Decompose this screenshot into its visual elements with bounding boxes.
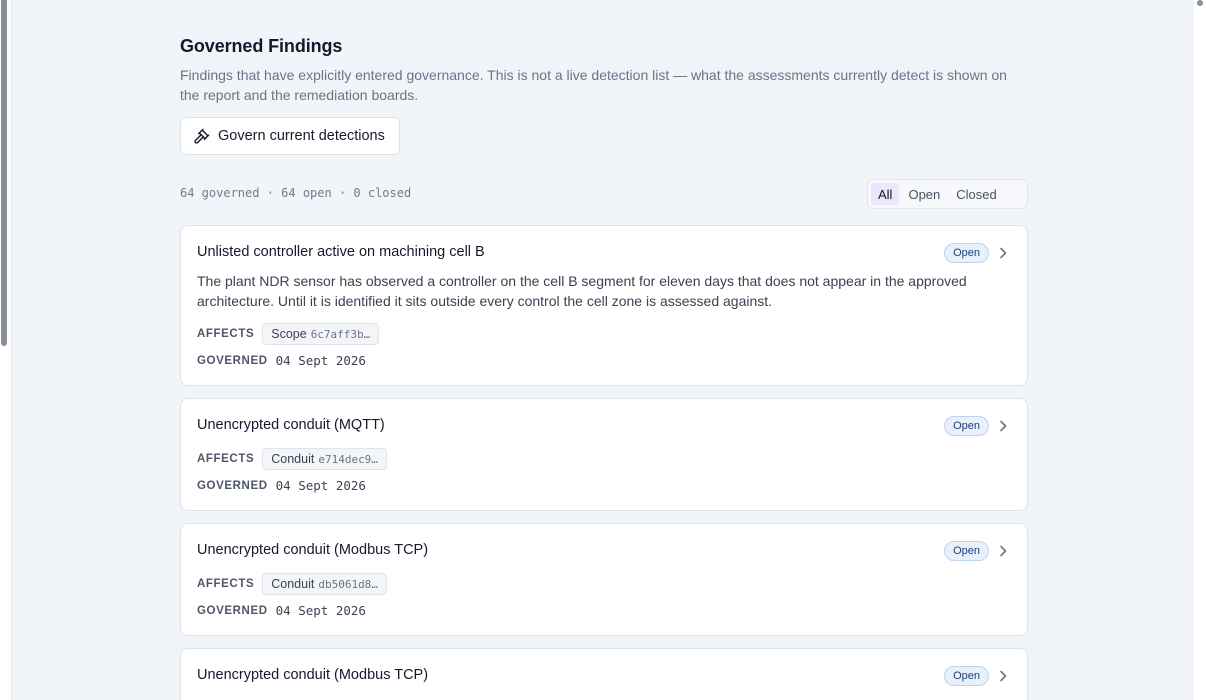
affected-conduit-chip[interactable]: Conduit e714dec9… [262,448,387,470]
gavel-icon [193,128,210,145]
governed-row: GOVERNED 04 Sept 2026 [197,478,366,493]
page-scrollbar-thumb[interactable] [1197,0,1203,6]
governed-row: GOVERNED 04 Sept 2026 [197,353,366,368]
status-badge: Open [944,416,989,436]
affected-conduit-chip[interactable]: Conduit db5061d8… [262,573,387,595]
affects-type: Conduit [271,452,315,466]
affects-row: AFFECTS Conduit db5061d8… [197,573,387,595]
status-filter: All Open Closed [867,179,1028,209]
affected-scope-chip[interactable]: Scope 6c7aff3b… [262,323,380,345]
finding-description: The plant NDR sensor has observed a cont… [197,273,967,309]
left-scrollbar[interactable] [0,0,12,700]
page-title: Governed Findings [180,36,343,56]
chevron-right-icon[interactable] [997,668,1009,684]
affects-row: AFFECTS Conduit e714dec9… [197,448,387,470]
findings-summary: 64 governed · 64 open · 0 closed [180,186,412,200]
governed-date: 04 Sept 2026 [275,478,366,493]
finding-card[interactable]: Unencrypted conduit (MQTT) Open AFFECTS … [180,398,1028,511]
status-badge: Open [944,541,989,561]
govern-button-label: Govern current detections [218,128,385,144]
affects-label: AFFECTS [197,328,255,340]
affects-label: AFFECTS [197,578,255,590]
affects-type: Conduit [271,577,315,591]
chevron-right-icon[interactable] [997,245,1009,261]
governed-label: GOVERNED [197,354,268,367]
chevron-right-icon[interactable] [997,543,1009,559]
affects-id: 6c7aff3b… [310,327,371,341]
finding-card[interactable]: Unencrypted conduit (Modbus TCP) Open AF… [180,523,1028,636]
finding-title: Unencrypted conduit (Modbus TCP) [197,542,429,558]
affects-label: AFFECTS [197,453,255,465]
finding-card[interactable]: Unencrypted conduit (Modbus TCP) Open [180,648,1028,700]
affects-type: Scope [271,327,307,341]
finding-title: Unencrypted conduit (Modbus TCP) [197,667,429,683]
left-scrollbar-thumb[interactable] [1,0,7,346]
finding-title: Unencrypted conduit (MQTT) [197,417,385,433]
status-badge: Open [944,243,989,263]
governed-date: 04 Sept 2026 [275,353,366,368]
govern-current-detections-button[interactable]: Govern current detections [180,117,400,155]
governed-label: GOVERNED [197,479,268,492]
governed-row: GOVERNED 04 Sept 2026 [197,603,366,618]
filter-open[interactable]: Open [901,183,947,205]
status-badge: Open [944,666,989,686]
chevron-right-icon[interactable] [997,418,1009,434]
finding-title: Unlisted controller active on machining … [197,244,485,260]
filter-closed[interactable]: Closed [949,183,1003,205]
affects-id: e714dec9… [318,452,378,466]
affects-id: db5061d8… [318,577,378,591]
page-scrollbar[interactable] [1194,0,1206,700]
page-description: Findings that have explicitly entered go… [180,67,1007,103]
affects-row: AFFECTS Scope 6c7aff3b… [197,323,380,345]
governed-label: GOVERNED [197,604,268,617]
governed-date: 04 Sept 2026 [275,603,366,618]
filter-all[interactable]: All [871,183,900,205]
finding-card[interactable]: Unlisted controller active on machining … [180,225,1028,386]
